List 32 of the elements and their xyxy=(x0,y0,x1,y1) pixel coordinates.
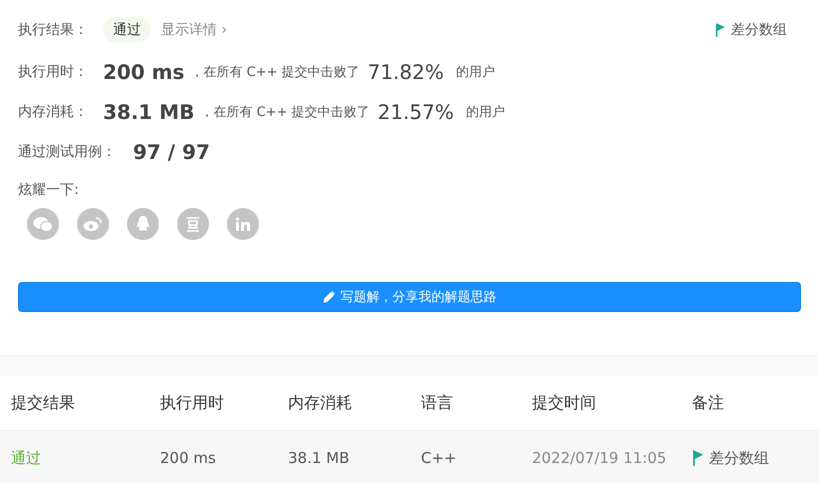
table-cell: 2022/07/19 11:05 xyxy=(521,431,681,483)
eye-swirl-icon[interactable] xyxy=(77,208,109,240)
status-link[interactable]: 通过 xyxy=(0,431,149,483)
stat-suffix: 的用户 xyxy=(456,64,495,81)
flag-icon xyxy=(692,450,704,466)
bean-glyph-icon[interactable] xyxy=(177,208,209,240)
table-cell: C++ xyxy=(410,431,521,483)
note-text: 差分数组 xyxy=(709,448,770,468)
stat-value: 200 ms xyxy=(103,60,184,84)
stat-label: 内存消耗： xyxy=(18,103,89,121)
diff-array-button[interactable]: 差分数组 xyxy=(715,21,801,39)
testcases-value: 97 / 97 xyxy=(133,140,210,164)
linkedin-icon[interactable] xyxy=(227,208,259,240)
table-cell: 200 ms xyxy=(149,431,277,483)
penguin-icon[interactable] xyxy=(127,208,159,240)
testcases-label: 通过测试用例： xyxy=(18,143,117,161)
stat-description: ，在所有 C++ 提交中击败了 xyxy=(190,64,360,81)
status-badge: 通过 xyxy=(103,17,151,43)
stat-value: 38.1 MB xyxy=(103,100,194,124)
share-label: 炫耀一下: xyxy=(18,181,80,199)
stat-suffix: 的用户 xyxy=(466,104,505,121)
stat-description: ，在所有 C++ 提交中击败了 xyxy=(200,104,370,121)
flag-icon xyxy=(715,23,725,37)
result-label: 执行结果： xyxy=(18,21,89,39)
stat-percent: 71.82% xyxy=(368,60,444,84)
table-cell: 38.1 MB xyxy=(277,431,410,483)
details-link[interactable]: 显示详情 › xyxy=(161,21,228,39)
chat-bubbles-icon[interactable] xyxy=(27,208,59,240)
stat-percent: 21.57% xyxy=(378,100,454,124)
write-solution-button[interactable]: 写题解，分享我的解题思路 xyxy=(18,282,801,312)
pencil-icon xyxy=(322,291,334,303)
stat-label: 执行用时： xyxy=(18,63,89,81)
